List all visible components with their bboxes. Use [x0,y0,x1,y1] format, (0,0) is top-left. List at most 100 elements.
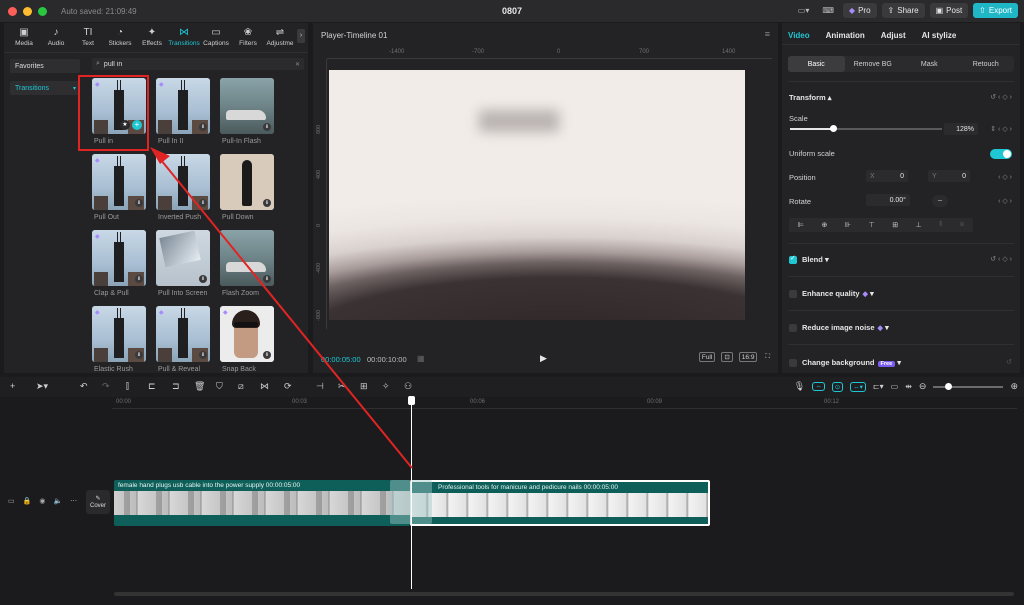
transition-thumbnail[interactable]: ◆ ⬇ [156,306,210,362]
add-track-icon[interactable]: + [10,381,15,391]
reset-icon[interactable]: ↺ [1006,358,1012,366]
align-center-h-icon[interactable]: ⊕ [821,221,827,229]
transition-thumbnail[interactable]: ⬇ [156,230,210,286]
microphone-icon[interactable]: 🎙 [794,381,805,392]
tab-captions[interactable]: ▭ Captions [200,23,232,52]
enhance-quality-checkbox[interactable] [789,290,797,298]
transform-controls[interactable]: ↺ ‹ ◇ › [990,93,1012,101]
transition-thumbnail[interactable]: ◆ ★ + [92,78,146,134]
menu-icon[interactable]: ≡ [765,29,770,39]
tab-ai-stylize[interactable]: AI stylize [922,31,957,44]
blend-controls[interactable]: ↺ ‹ ◇ › [990,255,1012,263]
aspect-ratio-button[interactable]: 16:9 [738,352,758,362]
transition-thumbnail[interactable]: ⬇ [220,154,274,210]
freeze-icon[interactable]: ⊣ [316,381,324,392]
scale-keyframe-controls[interactable]: ⇕ ‹ ◇ › [990,125,1012,133]
visibility-icon[interactable]: ◉ [39,497,45,505]
transition-tile[interactable]: ◆ ⬇ Pull & Reveal [156,306,210,373]
tab-audio[interactable]: ♪ Audio [40,23,72,52]
sidebar-item-favorites[interactable]: Favorites [10,59,80,73]
magic-icon[interactable]: ✧ [382,381,390,392]
redo-icon[interactable]: ↷ [102,381,110,392]
transition-thumbnail[interactable]: ◆ ⬇ [156,78,210,134]
playhead[interactable] [411,397,412,589]
add-transition-button[interactable]: + [132,120,142,130]
link-main-track-button[interactable]: ⇔ [812,382,825,391]
audio-icon[interactable]: 🔈 [53,497,62,505]
distribute-v-icon[interactable]: ⩸ [960,221,964,229]
fit-timeline-icon[interactable]: ⇹ [905,382,912,391]
transform-section[interactable]: Transform ▴ [789,93,832,102]
blend-checkbox[interactable] [789,254,797,264]
transition-thumbnail[interactable]: ◆ ⬇ [92,230,146,286]
rotate-dial[interactable]: – [932,195,948,207]
crop-icon[interactable]: ⧄ [238,381,244,392]
rotate-icon[interactable]: ⟳ [284,381,292,392]
transition-tile[interactable]: ⬇ Pull Down [220,154,274,221]
position-keyframe-controls[interactable]: ‹ ◇ › [998,173,1012,181]
sidebar-item-transitions[interactable]: Transitions ▾ [10,81,80,95]
scale-slider-knob[interactable] [829,125,837,132]
download-icon[interactable]: ⬇ [263,199,271,207]
favorite-icon[interactable]: ★ [120,120,130,130]
tab-transitions[interactable]: ⋈ Transitions [168,23,200,52]
change-background-checkbox[interactable] [789,359,797,367]
fit-icon[interactable]: ⊡ [721,352,733,362]
magnet-button[interactable]: ⊙ [831,381,844,392]
undo-icon[interactable]: ↶ [80,381,88,392]
search-input[interactable] [103,60,274,68]
subtab-retouch[interactable]: Retouch [958,56,1015,72]
transition-tile[interactable]: ◆ ⬇ Elastic Rush [92,306,146,373]
download-icon[interactable]: ⬇ [135,351,143,359]
transition-tile[interactable]: ⬇ Flash Zoom [220,230,274,297]
align-left-icon[interactable]: ⊫ [798,221,804,229]
scale-slider[interactable] [790,125,942,132]
zoom-in-icon[interactable]: ⊕ [1010,381,1018,392]
select-tool-icon[interactable]: ➤▾ [36,381,48,392]
rotate-field[interactable]: 0.00° [866,194,910,206]
cover-button[interactable]: ✎ Cover [86,490,110,514]
position-y-field[interactable]: Y0 [928,170,970,182]
download-icon[interactable]: ⬇ [135,199,143,207]
reduce-noise-checkbox[interactable] [789,324,797,332]
zoom-out-icon[interactable]: ⊖ [919,381,927,392]
uniform-scale-toggle[interactable] [990,149,1012,159]
tab-media[interactable]: ▣ Media [8,23,40,52]
position-x-field[interactable]: X0 [866,170,908,182]
transition-tile[interactable]: ◆ ⬇ Snap Back [220,306,274,373]
split-right-icon[interactable]: ⊐ [172,381,180,392]
align-bottom-icon[interactable]: ⊥ [916,221,922,229]
transition-tile[interactable]: ◆ ★ + Pull in [92,78,146,145]
subtab-mask[interactable]: Mask [901,56,958,72]
transition-tile[interactable]: ◆ ⬇ Clap & Pull [92,230,146,297]
transition-thumbnail[interactable]: ◆ ⬇ [92,306,146,362]
distribute-h-icon[interactable]: ⫴ [939,221,942,229]
video-preview[interactable] [329,70,745,320]
download-icon[interactable]: ⬇ [199,275,207,283]
scale-value-field[interactable]: 128% [944,123,978,135]
tab-scroll-right-button[interactable]: › [297,29,305,43]
timeline-ruler[interactable]: 00:00 00:03 00:06 00:09 00:12 [112,397,1017,409]
transition-tile[interactable]: ⬇ Pull-In Flash [220,78,274,145]
full-quality-button[interactable]: Full [698,352,716,362]
subtab-basic[interactable]: Basic [788,56,845,72]
close-window-button[interactable] [8,6,17,16]
delete-icon[interactable]: 🗑 [194,381,205,392]
transition-thumbnail[interactable]: ◆ ⬇ [92,154,146,210]
reverse-icon[interactable]: ✂ [338,381,346,392]
zoom-slider-knob[interactable] [945,382,953,390]
download-icon[interactable]: ⬇ [263,275,271,283]
transition-tile[interactable]: ◆ ⬇ Inverted Push [156,154,210,221]
download-icon[interactable]: ⬇ [199,351,207,359]
split-icon[interactable]: ⫿ [126,381,129,392]
tab-animation[interactable]: Animation [826,31,865,44]
export-button[interactable]: ⇧ Export [973,3,1018,18]
layout-icon[interactable]: ▭▾ [794,3,814,18]
download-icon[interactable]: ⬇ [135,275,143,283]
tab-video[interactable]: Video [788,31,810,44]
video-clip-1[interactable]: female hand plugs usb cable into the pow… [114,480,410,526]
hd-icon[interactable]: ⊞ [360,381,368,392]
maximize-window-button[interactable] [38,6,47,16]
align-middle-v-icon[interactable]: ⊞ [892,221,898,229]
download-icon[interactable]: ⬇ [199,199,207,207]
